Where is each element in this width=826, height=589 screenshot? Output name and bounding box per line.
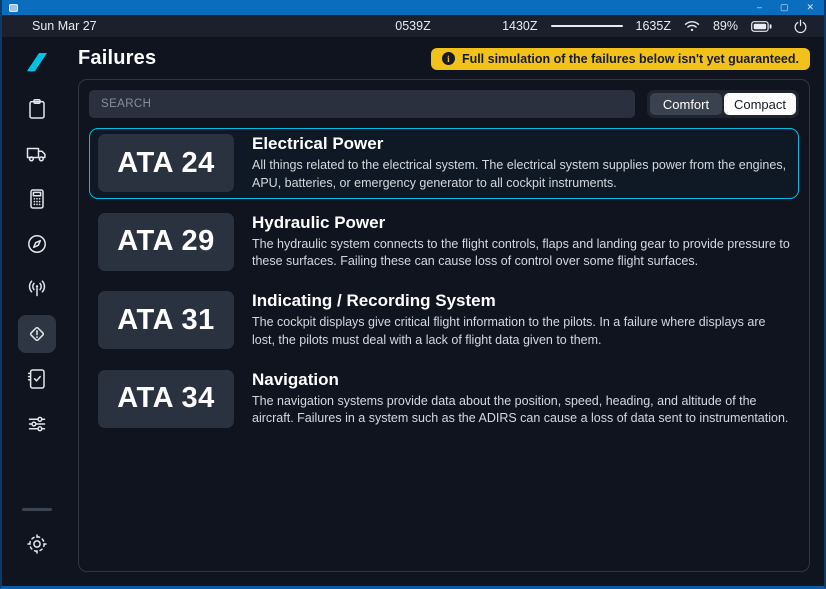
status-utc-time: 0539Z [395,19,430,33]
failure-card-description: All things related to the electrical sys… [252,157,790,193]
window-close-button[interactable]: ✕ [806,0,814,15]
clipboard-icon [25,97,49,121]
failure-card-description: The hydraulic system connects to the fli… [252,236,790,272]
flight-progress-bar [551,25,623,27]
calculator-icon [25,187,49,211]
sidebar-item-navigation[interactable] [18,225,56,263]
window-minimize-button[interactable]: – [757,0,762,15]
sidebar [2,37,72,586]
sliders-icon [25,412,49,436]
ata-badge: ATA 31 [98,291,234,349]
app-window: – ▢ ✕ Sun Mar 27 0539Z 1430Z 1635Z 89% [0,0,826,589]
info-icon: i [442,52,455,65]
view-toggle: Comfort Compact [647,90,799,118]
page-title: Failures [78,47,156,70]
sidebar-item-ground-services[interactable] [18,135,56,173]
view-compact-button[interactable]: Compact [724,93,796,115]
compass-icon [25,232,49,256]
failure-card-title: Indicating / Recording System [252,291,790,311]
failure-card-ata29[interactable]: ATA 29 Hydraulic Power The hydraulic sys… [89,207,799,278]
sidebar-item-checklists[interactable] [18,360,56,398]
power-button-icon[interactable] [793,19,808,34]
failures-diamond-exclamation-icon [25,322,49,346]
flybywire-logo-icon [24,50,50,74]
failures-panel: Comfort Compact ATA 24 Electrical Power … [78,79,810,572]
sidebar-divider [22,508,52,511]
sidebar-item-failures[interactable] [18,315,56,353]
sidebar-item-dashboard[interactable] [18,90,56,128]
failure-category-list: ATA 24 Electrical Power All things relat… [89,128,799,434]
ata-badge: ATA 29 [98,213,234,271]
sidebar-item-performance[interactable] [18,180,56,218]
failure-card-ata24[interactable]: ATA 24 Electrical Power All things relat… [89,128,799,199]
failure-card-title: Navigation [252,370,790,390]
warning-text: Full simulation of the failures below is… [462,52,799,66]
truck-icon [25,142,49,166]
window-maximize-button[interactable]: ▢ [780,0,789,15]
failures-page: Failures i Full simulation of the failur… [72,37,824,586]
sidebar-item-atc[interactable] [18,270,56,308]
failure-card-title: Hydraulic Power [252,213,790,233]
warning-banner: i Full simulation of the failures below … [431,48,810,70]
view-comfort-button[interactable]: Comfort [650,93,722,115]
efb-statusbar: Sun Mar 27 0539Z 1430Z 1635Z 89% [2,15,824,37]
ata-badge: ATA 24 [98,134,234,192]
gear-icon [25,532,49,556]
status-date: Sun Mar 27 [32,19,97,33]
failure-card-description: The cockpit displays give critical fligh… [252,314,790,350]
departure-time: 1430Z [502,19,537,33]
app-icon [9,4,18,12]
failure-card-title: Electrical Power [252,134,790,154]
battery-percent: 89% [713,19,738,33]
search-input[interactable] [89,90,635,118]
sidebar-item-settings[interactable] [18,525,56,563]
arrival-time: 1635Z [636,19,671,33]
antenna-broadcast-icon [25,277,49,301]
failure-card-ata31[interactable]: ATA 31 Indicating / Recording System The… [89,285,799,356]
sidebar-item-presets[interactable] [18,405,56,443]
failure-card-description: The navigation systems provide data abou… [252,393,790,429]
failure-card-ata34[interactable]: ATA 34 Navigation The navigation systems… [89,364,799,435]
os-titlebar: – ▢ ✕ [2,0,824,15]
ata-badge: ATA 34 [98,370,234,428]
checklist-journal-icon [25,367,49,391]
battery-icon [751,21,772,32]
wifi-icon [684,20,700,32]
